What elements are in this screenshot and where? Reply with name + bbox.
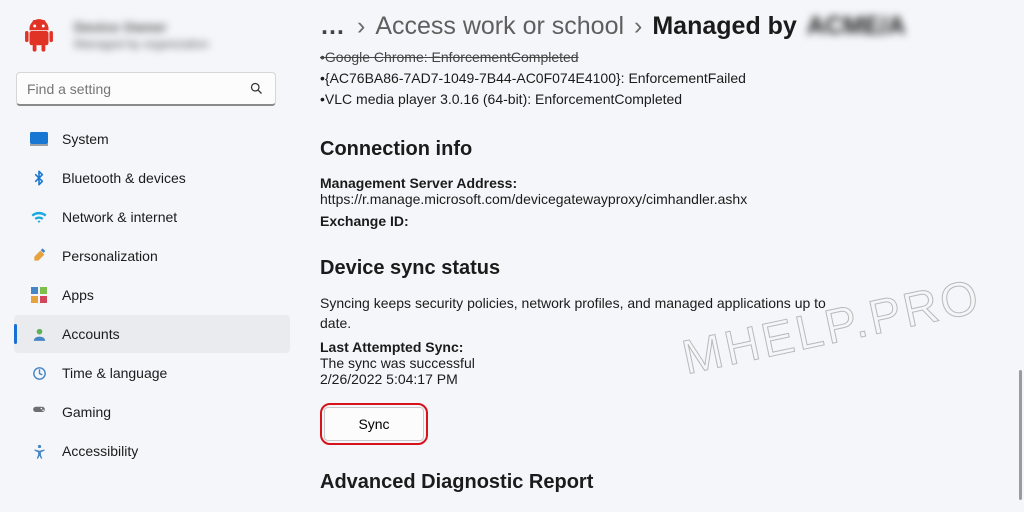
management-server-value: https://r.manage.microsoft.com/devicegat… [320,191,1000,207]
bluetooth-icon [30,169,48,187]
gamepad-icon [30,403,48,421]
policy-line: •Google Chrome: EnforcementCompleted [320,47,1000,68]
chevron-right-icon: › [634,12,642,41]
nav-label: System [62,131,109,147]
sync-button[interactable]: Sync [324,407,424,441]
nav-label: Personalization [62,248,158,264]
profile-subtitle: Managed by organization [74,37,209,51]
nav-label: Bluetooth & devices [62,170,186,186]
nav-label: Accessibility [62,443,138,459]
paintbrush-icon [30,247,48,265]
nav-label: Time & language [62,365,167,381]
search-icon [247,80,265,98]
last-sync-time: 2/26/2022 5:04:17 PM [320,371,1000,387]
search-box[interactable] [16,72,276,106]
sync-button-highlight: Sync [320,403,428,445]
connection-info-heading: Connection info [320,138,1000,161]
nav-bluetooth[interactable]: Bluetooth & devices [14,159,290,197]
nav-system[interactable]: System [14,120,290,158]
sidebar: Device Owner Managed by organization Sys… [0,0,300,512]
nav-apps[interactable]: Apps [14,276,290,314]
nav-time-language[interactable]: Time & language [14,354,290,392]
breadcrumb-more[interactable]: … [320,12,347,41]
settings-nav: System Bluetooth & devices Network & int… [10,120,300,470]
policy-line: •VLC media player 3.0.16 (64-bit): Enfor… [320,89,1000,110]
wifi-icon [30,208,48,226]
nav-label: Gaming [62,404,111,420]
sync-description: Syncing keeps security policies, network… [320,294,840,333]
nav-personalization[interactable]: Personalization [14,237,290,275]
chevron-right-icon: › [357,12,365,41]
main-content: … › Access work or school › Managed by A… [300,0,1024,512]
accessibility-icon [30,442,48,460]
person-icon [30,325,48,343]
nav-label: Apps [62,287,94,303]
nav-accessibility[interactable]: Accessibility [14,432,290,470]
profile-block[interactable]: Device Owner Managed by organization [10,10,300,66]
scrollbar-thumb[interactable] [1019,370,1022,500]
breadcrumb-current-org: ACME/A [807,12,906,41]
search-input[interactable] [27,81,237,97]
profile-avatar-icon [18,14,60,56]
nav-network[interactable]: Network & internet [14,198,290,236]
breadcrumb: … › Access work or school › Managed by A… [320,12,1024,41]
nav-accounts[interactable]: Accounts [14,315,290,353]
nav-label: Network & internet [62,209,177,225]
profile-name: Device Owner [74,19,209,35]
system-icon [30,130,48,148]
nav-gaming[interactable]: Gaming [14,393,290,431]
breadcrumb-parent[interactable]: Access work or school [375,12,624,41]
policy-line: •{AC76BA86-7AD7-1049-7B44-AC0F074E4100}:… [320,68,1000,89]
breadcrumb-current-prefix: Managed by [652,12,796,41]
apps-icon [30,286,48,304]
last-sync-label: Last Attempted Sync: [320,339,1000,355]
advanced-diagnostic-heading: Advanced Diagnostic Report [320,471,1000,494]
globe-clock-icon [30,364,48,382]
last-sync-result: The sync was successful [320,355,1000,371]
management-server-label: Management Server Address: [320,175,1000,191]
exchange-id-label: Exchange ID: [320,213,1000,229]
nav-label: Accounts [62,326,120,342]
device-sync-heading: Device sync status [320,257,1000,280]
